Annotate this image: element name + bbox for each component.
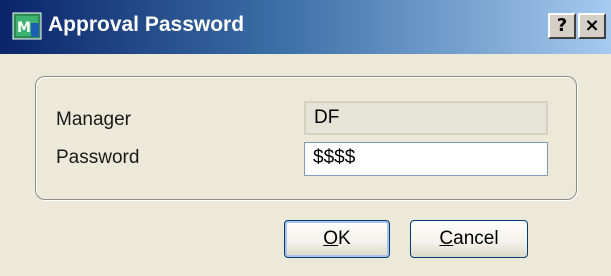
password-label: Password	[56, 147, 140, 168]
password-field[interactable]: $$$$	[304, 142, 548, 176]
close-button[interactable]: ×	[578, 13, 606, 39]
approval-password-dialog: M Approval Password ? × Manager DF Passw…	[0, 0, 611, 276]
manager-field: DF	[304, 101, 548, 135]
help-button[interactable]: ?	[548, 13, 576, 39]
title-bar[interactable]: M Approval Password ? ×	[0, 0, 611, 54]
ok-button[interactable]: OK	[284, 220, 390, 258]
app-icon: M	[12, 12, 42, 40]
manager-label: Manager	[56, 109, 131, 130]
cancel-button[interactable]: Cancel	[410, 220, 528, 258]
cancel-button-label: Cancel	[439, 228, 499, 249]
ok-button-label: OK	[323, 228, 351, 249]
credentials-groupbox	[35, 76, 577, 200]
svg-text:M: M	[17, 20, 31, 36]
window-title: Approval Password	[48, 13, 245, 36]
